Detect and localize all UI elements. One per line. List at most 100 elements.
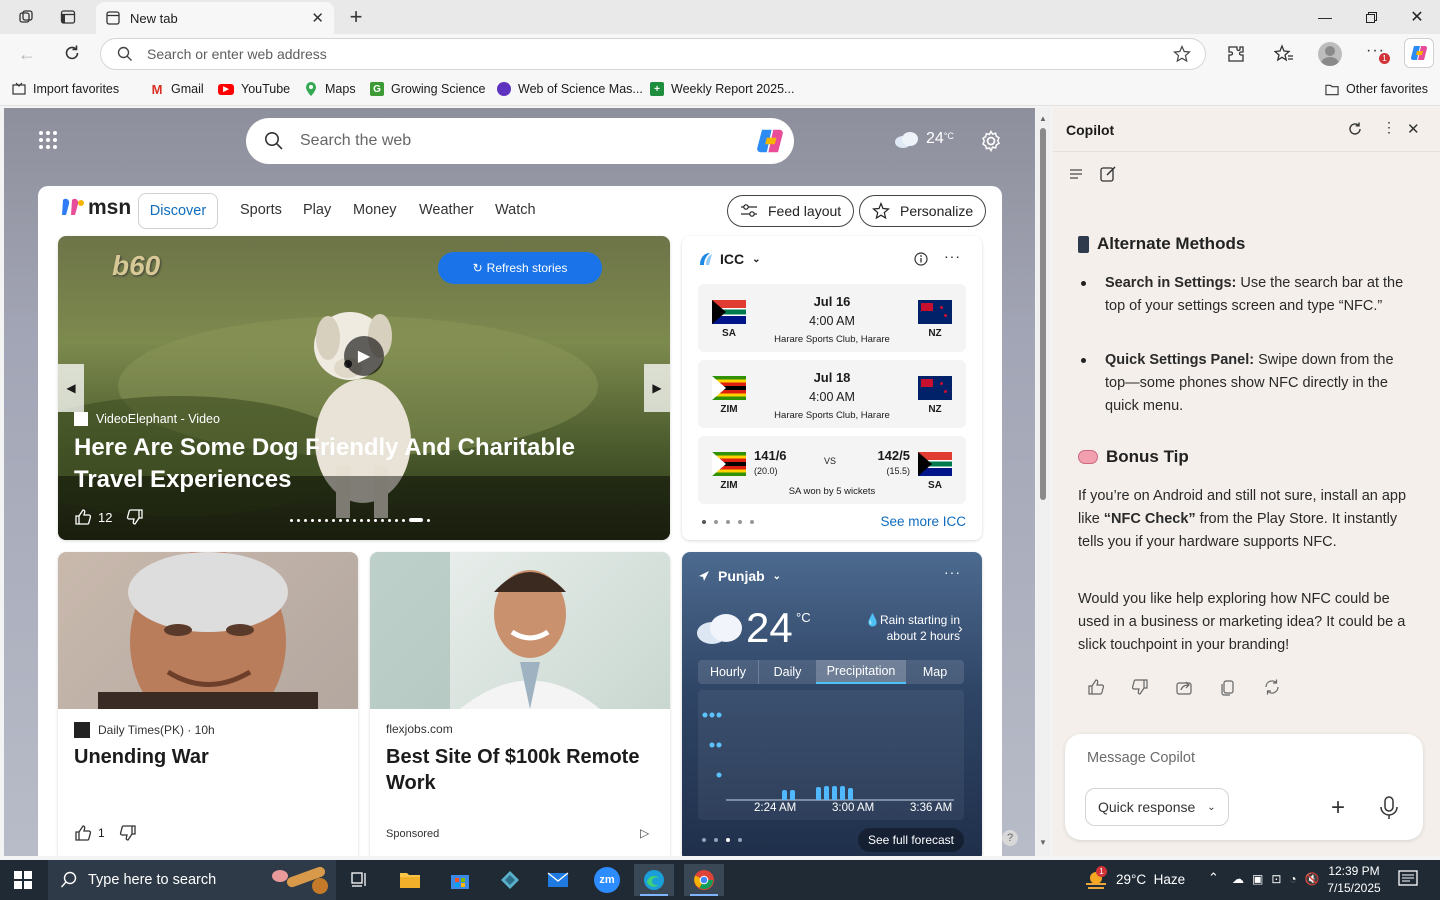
network-icon[interactable]: ⊡ <box>1271 872 1281 886</box>
copy-icon[interactable] <box>1219 678 1237 696</box>
page-scrollbar[interactable]: ▲ ▼ <box>1036 108 1050 856</box>
tab-watch[interactable]: Watch <box>495 202 536 218</box>
microphone-icon[interactable] <box>1379 796 1399 820</box>
minimize-button[interactable]: — <box>1302 0 1348 34</box>
close-window-button[interactable]: ✕ <box>1394 0 1440 34</box>
match-card[interactable]: SA Jul 16 4:00 AM Harare Sports Club, Ha… <box>698 284 966 352</box>
share-icon[interactable] <box>1175 678 1193 696</box>
refresh-button[interactable] <box>62 43 82 63</box>
new-chat-icon[interactable] <box>1099 165 1117 183</box>
sponsored-card[interactable]: flexjobs.com Best Site Of $100k Remote W… <box>370 552 670 856</box>
copilot-icon[interactable] <box>1404 38 1434 68</box>
taskbar-search[interactable]: Type here to search <box>48 860 336 900</box>
back-button[interactable]: ← <box>18 44 36 65</box>
tab-weather[interactable]: Weather <box>419 202 474 218</box>
wifi-icon[interactable]: ◔ <box>1289 872 1296 886</box>
task-view-icon[interactable] <box>340 864 380 896</box>
tab-hourly[interactable]: Hourly <box>698 660 758 684</box>
taskbar-search-input[interactable]: Type here to search <box>88 872 216 888</box>
vertical-tabs-icon[interactable] <box>58 7 78 27</box>
story-title[interactable]: Best Site Of $100k Remote Work <box>386 744 654 796</box>
settings-gear-icon[interactable] <box>980 130 1002 152</box>
onedrive-icon[interactable]: ☁ <box>1232 872 1244 886</box>
info-icon[interactable] <box>914 252 928 266</box>
tab-precipitation[interactable]: Precipitation <box>816 660 906 684</box>
taskbar-weather-label[interactable]: 29°C Haze <box>1116 872 1185 887</box>
scrollbar-thumb[interactable] <box>1040 128 1046 500</box>
chevron-right-icon[interactable]: › <box>958 620 963 636</box>
bookmark-maps[interactable]: Maps <box>304 82 356 96</box>
weather-card[interactable]: Punjab ⌄ ··· 24 °C 💧Rain starting in abo… <box>682 552 982 856</box>
refresh-stories-button[interactable]: ↻ Refresh stories <box>438 252 602 284</box>
chrome-icon[interactable] <box>684 864 724 896</box>
chevron-up-icon[interactable]: ⌃ <box>1208 870 1219 886</box>
tab-discover[interactable]: Discover <box>138 193 218 229</box>
extensions-icon[interactable] <box>1226 44 1246 64</box>
clock[interactable]: 12:39 PM 7/15/2025 <box>1318 863 1390 897</box>
quick-response-dropdown[interactable]: Quick response ⌄ <box>1085 788 1229 826</box>
more-vertical-icon[interactable]: ⋮ <box>1382 119 1396 136</box>
thumbs-down-icon[interactable] <box>1131 678 1149 696</box>
copilot-search-icon[interactable] <box>754 125 786 157</box>
thumbs-up-icon[interactable] <box>74 824 92 842</box>
thumbs-up-icon[interactable] <box>74 508 92 526</box>
app-diamond-icon[interactable] <box>490 864 530 896</box>
new-tab-button[interactable]: + <box>346 4 366 29</box>
more-options-icon[interactable]: ··· <box>944 564 961 580</box>
close-copilot-icon[interactable]: ✕ <box>1407 120 1420 138</box>
address-input[interactable]: Search or enter web address <box>147 46 1173 62</box>
tab-sports[interactable]: Sports <box>240 202 282 218</box>
weather-location[interactable]: Punjab ⌄ <box>698 568 781 584</box>
security-icon[interactable]: ▣ <box>1252 872 1263 886</box>
hero-story-card[interactable]: b60 ↻ Refresh stories ▶ ◀ ▶ VideoElephant… <box>58 236 670 540</box>
feed-layout-button[interactable]: Feed layout <box>727 195 855 227</box>
more-options-icon[interactable]: ··· <box>944 248 961 264</box>
favorites-icon[interactable] <box>1274 44 1294 64</box>
personalize-button[interactable]: Personalize <box>859 195 987 227</box>
thumbs-down-icon[interactable] <box>126 508 144 526</box>
notification-center-icon[interactable] <box>1398 870 1418 888</box>
refresh-icon[interactable] <box>1347 121 1363 137</box>
file-explorer-icon[interactable] <box>390 864 430 896</box>
regenerate-icon[interactable] <box>1263 678 1281 696</box>
web-search-input[interactable]: Search the web <box>300 132 754 150</box>
match-card[interactable]: ZIM Jul 18 4:00 AM Harare Sports Club, H… <box>698 360 966 428</box>
bookmark-youtube[interactable]: ▶ YouTube <box>218 82 290 96</box>
apps-grid-icon[interactable] <box>38 130 58 150</box>
rain-alert[interactable]: 💧Rain starting in about 2 hours <box>856 612 960 644</box>
microsoft-store-icon[interactable] <box>440 864 480 896</box>
tab-money[interactable]: Money <box>353 202 397 218</box>
maximize-button[interactable] <box>1348 0 1394 34</box>
edge-icon[interactable] <box>634 864 674 896</box>
thumbs-up-icon[interactable] <box>1087 678 1105 696</box>
close-tab-icon[interactable]: ✕ <box>311 9 324 27</box>
tab-play[interactable]: Play <box>303 202 331 218</box>
bookmark-weekly-report[interactable]: + Weekly Report 2025... <box>650 82 794 96</box>
workspaces-icon[interactable] <box>16 7 36 27</box>
other-favorites-folder[interactable]: Other favorites <box>1325 82 1428 96</box>
profile-avatar[interactable] <box>1318 42 1342 66</box>
result-card[interactable]: ZIM 141/6 (20.0) VS 142/5 (15.5) SA SA w… <box>698 436 966 504</box>
favorite-star-icon[interactable] <box>1173 45 1191 63</box>
cricket-header[interactable]: ICC ⌄ <box>698 251 761 267</box>
message-input[interactable]: Message Copilot <box>1087 750 1195 766</box>
carousel-next-button[interactable]: ▶ <box>644 364 670 412</box>
bookmark-gmail[interactable]: M Gmail <box>150 82 204 97</box>
ad-choices-icon[interactable]: ▷ <box>640 826 649 840</box>
thumbs-down-icon[interactable] <box>119 824 137 842</box>
hero-title[interactable]: Here Are Some Dog Friendly And Charitabl… <box>74 432 644 496</box>
carousel-prev-button[interactable]: ◀ <box>58 364 84 412</box>
story-title[interactable]: Unending War <box>74 744 342 770</box>
play-video-button[interactable]: ▶ <box>344 336 384 376</box>
msn-logo[interactable]: msn <box>60 196 131 220</box>
zoom-icon[interactable]: zm <box>587 864 627 896</box>
tab-daily[interactable]: Daily <box>758 660 816 684</box>
mail-icon[interactable] <box>538 864 578 896</box>
weather-widget-top[interactable]: 24 °C <box>894 130 954 148</box>
bookmark-import-favorites[interactable]: Import favorites <box>12 82 119 96</box>
tab-new-tab[interactable]: New tab ✕ <box>96 2 334 34</box>
bookmark-web-of-science[interactable]: Web of Science Mas... <box>497 82 643 96</box>
menu-icon[interactable] <box>1068 166 1084 182</box>
bookmark-growing-science[interactable]: G Growing Science <box>370 82 486 96</box>
story-card[interactable]: Daily Times(PK) · 10h Unending War 1 <box>58 552 358 856</box>
